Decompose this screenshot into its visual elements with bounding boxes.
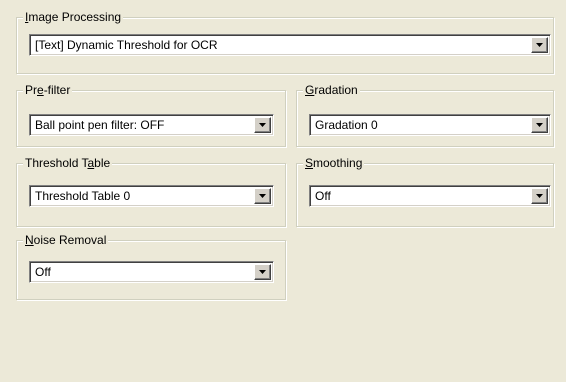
threshold-table-select[interactable]: Threshold Table 0 <box>29 185 274 207</box>
smoothing-select[interactable]: Off <box>309 185 551 207</box>
pre-filter-dropdown-button[interactable] <box>254 117 271 133</box>
noise-removal-label: Noise Removal <box>23 233 109 247</box>
chevron-down-icon <box>259 123 266 127</box>
image-processing-value: [Text] Dynamic Threshold for OCR <box>35 38 218 52</box>
gradation-label: Gradation <box>303 83 360 97</box>
gradation-select[interactable]: Gradation 0 <box>309 114 551 136</box>
smoothing-value: Off <box>315 189 331 203</box>
gradation-value: Gradation 0 <box>315 118 378 132</box>
threshold-table-value: Threshold Table 0 <box>35 189 131 203</box>
pre-filter-label: Pre-filter <box>23 83 73 97</box>
pre-filter-select[interactable]: Ball point pen filter: OFF <box>29 114 274 136</box>
threshold-table-dropdown-button[interactable] <box>254 188 271 204</box>
image-processing-select[interactable]: [Text] Dynamic Threshold for OCR <box>29 34 551 56</box>
noise-removal-value: Off <box>35 265 51 279</box>
chevron-down-icon <box>536 194 543 198</box>
pre-filter-value: Ball point pen filter: OFF <box>35 118 165 132</box>
noise-removal-dropdown-button[interactable] <box>254 264 271 280</box>
gradation-dropdown-button[interactable] <box>531 117 548 133</box>
threshold-table-label: Threshold Table <box>23 156 113 170</box>
chevron-down-icon <box>259 270 266 274</box>
chevron-down-icon <box>536 123 543 127</box>
smoothing-label: Smoothing <box>303 156 365 170</box>
image-processing-label: Image Processing <box>23 10 124 24</box>
smoothing-dropdown-button[interactable] <box>531 188 548 204</box>
chevron-down-icon <box>259 194 266 198</box>
image-processing-dropdown-button[interactable] <box>531 37 548 53</box>
chevron-down-icon <box>536 43 543 47</box>
noise-removal-select[interactable]: Off <box>29 261 274 283</box>
